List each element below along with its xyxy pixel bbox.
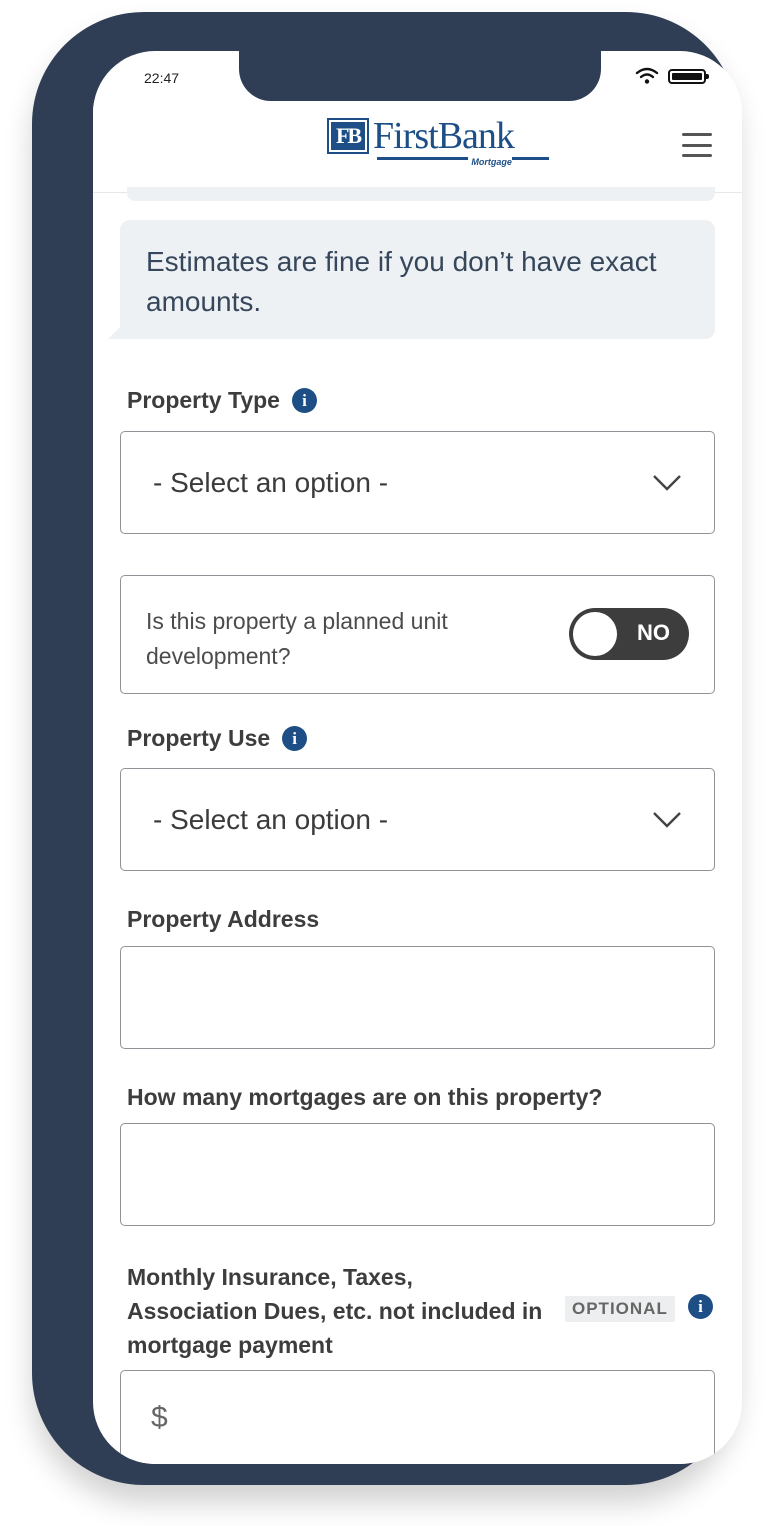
firstbank-logo[interactable]: FB FirstBank Mortgage — [327, 115, 549, 167]
logo-mark: FB — [327, 118, 369, 154]
property-type-label: Property Type i — [127, 387, 317, 414]
select-placeholder: - Select an option - — [153, 803, 389, 835]
chevron-down-icon — [653, 474, 681, 491]
property-type-select[interactable]: - Select an option - — [120, 431, 715, 534]
logo-name: FirstBank — [373, 115, 515, 157]
battery-icon — [668, 68, 709, 84]
property-use-select[interactable]: - Select an option - — [120, 768, 715, 871]
planned-unit-toggle[interactable]: NO — [569, 608, 689, 660]
select-placeholder: - Select an option - — [153, 466, 389, 498]
info-icon[interactable]: i — [688, 1294, 713, 1319]
toggle-knob — [573, 612, 617, 656]
monthly-costs-input[interactable]: $ — [120, 1370, 715, 1464]
chevron-down-icon — [653, 811, 681, 828]
toggle-label: NO — [637, 620, 670, 645]
mortgages-count-label: How many mortgages are on this property? — [127, 1084, 603, 1110]
planned-unit-question: Is this property a planned unit developm… — [146, 608, 448, 669]
optional-badge: OPTIONAL — [565, 1296, 675, 1322]
property-use-label: Property Use i — [127, 725, 308, 752]
phone-screen: 22:47 FB FirstBank Mortgage Estimates ar… — [93, 51, 742, 1464]
info-icon[interactable]: i — [291, 388, 317, 413]
monthly-costs-label: Monthly Insurance, Taxes, Association Du… — [127, 1264, 543, 1358]
phone-notch — [239, 51, 601, 101]
logo-subtitle: Mortgage — [468, 157, 512, 167]
app-header: FB FirstBank Mortgage — [93, 103, 742, 193]
hamburger-menu-icon[interactable] — [682, 133, 712, 157]
phone-frame: 22:47 FB FirstBank Mortgage Estimates ar… — [32, 12, 742, 1485]
mortgages-count-input[interactable] — [120, 1123, 715, 1226]
chat-message: Estimates are fine if you don’t have exa… — [108, 220, 715, 339]
currency-prefix: $ — [151, 1401, 168, 1434]
property-address-label: Property Address — [127, 906, 320, 932]
previous-message-bubble — [127, 187, 715, 201]
property-address-input[interactable] — [120, 946, 715, 1049]
planned-unit-card: Is this property a planned unit developm… — [120, 575, 715, 694]
info-icon[interactable]: i — [282, 726, 308, 751]
status-icons — [635, 67, 709, 85]
wifi-icon — [635, 67, 659, 84]
status-time: 22:47 — [144, 70, 180, 86]
